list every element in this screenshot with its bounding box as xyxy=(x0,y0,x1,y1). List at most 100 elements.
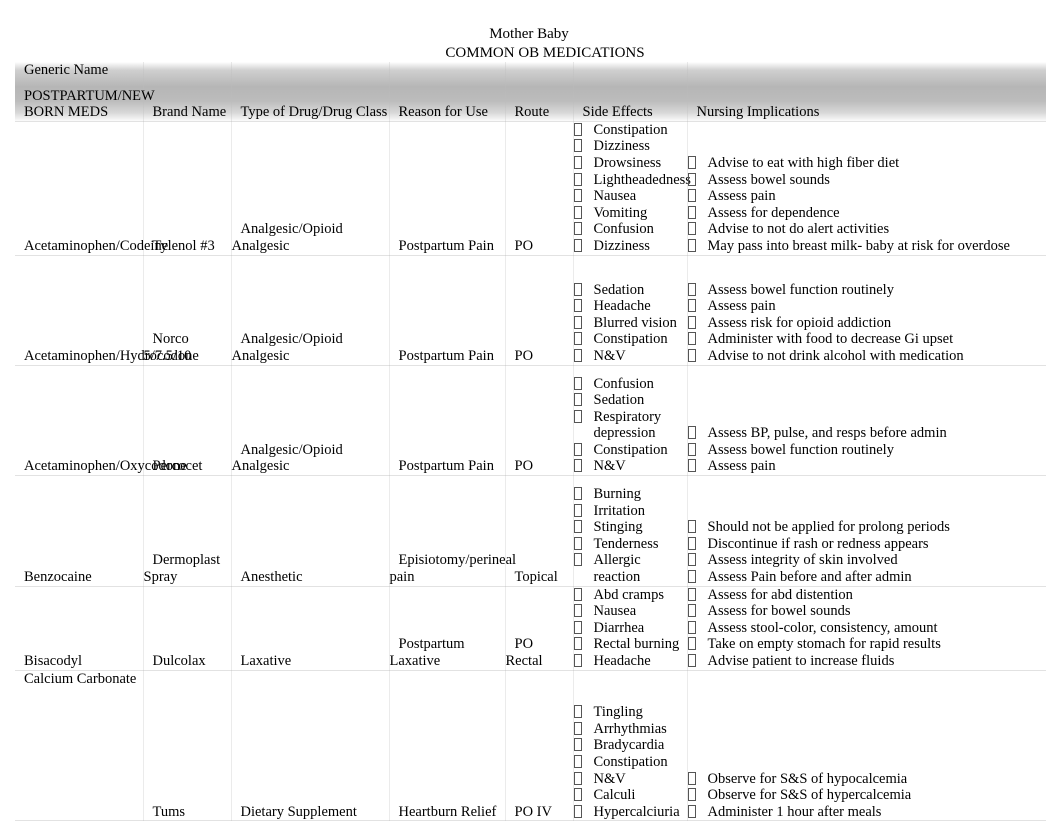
bullet-box-icon xyxy=(573,189,582,203)
bullet-box-icon xyxy=(687,238,696,252)
cell-drug-class-text: Laxative xyxy=(240,653,292,670)
list-item-label: Administer 1 hour after meals xyxy=(707,803,882,820)
list-item-label: Assess bowel sounds xyxy=(707,171,830,188)
bullet-box-icon xyxy=(573,155,582,169)
bullet-box-icon xyxy=(687,804,696,818)
column-header-brand-name: Brand Name xyxy=(143,62,232,122)
bullet-box-icon xyxy=(573,536,582,550)
list-item: Assess integrity of skin involved xyxy=(687,552,1047,569)
cell-brand-name-text: Percocet xyxy=(152,458,203,475)
cell-brand-name-text: Tums xyxy=(152,803,186,820)
list-item: Respiratory depression xyxy=(573,409,687,442)
cell-side-effects-list: Sedation Headache Blurred vision Constipati… xyxy=(573,282,687,365)
list-item: Irritation xyxy=(573,503,687,520)
bullet-box-icon xyxy=(573,348,582,362)
bullet-box-icon xyxy=(573,755,582,769)
list-item-label: Assess pain xyxy=(707,458,776,475)
bullet-box-icon xyxy=(573,222,582,236)
bullet-box-icon xyxy=(573,332,582,346)
list-item: Nausea xyxy=(573,603,687,620)
list-item-label: Assess for bowel sounds xyxy=(707,603,851,620)
list-item-label: Tenderness xyxy=(593,535,659,552)
cell-side-effects: Confusion Sedation Respiratory depression C… xyxy=(573,365,688,477)
list-item: Constipation xyxy=(573,331,687,348)
cell-nursing-implications: Assess bowel function routinely Assess pa… xyxy=(687,255,1047,366)
list-item-label: Advise patient to increase fluids xyxy=(707,653,895,670)
list-item-label: Assess BP, pulse, and resps before admin xyxy=(707,425,947,442)
cell-reason-for-use-text: Postpartum Pain xyxy=(398,347,494,364)
cell-brand-name: Norco 5/7.5/10 xyxy=(143,255,232,366)
bullet-box-icon xyxy=(687,205,696,219)
cell-nursing-implications-list: Assess for abd distention Assess for bowe… xyxy=(687,587,1047,670)
bullet-box-icon xyxy=(573,205,582,219)
bullet-box-icon xyxy=(573,409,582,423)
list-item-label: Calculi xyxy=(593,787,636,804)
bullet-box-icon xyxy=(687,459,696,473)
cell-route: PO xyxy=(505,255,574,366)
cell-route-text: PO Rectal xyxy=(505,636,543,670)
bullet-box-icon xyxy=(573,738,582,752)
cell-nursing-implications-list: Assess bowel function routinely Assess pa… xyxy=(687,282,1047,365)
table-row: Acetaminophen/Oxycodone Percocet Analgesic… xyxy=(15,365,1047,477)
cell-side-effects: Sedation Headache Blurred vision Constipati… xyxy=(573,255,688,366)
bullet-box-icon xyxy=(573,587,582,601)
cell-drug-class: Analgesic/Opioid Analgesic xyxy=(231,365,390,477)
list-item: Tenderness xyxy=(573,535,687,553)
list-item: Bradycardia xyxy=(573,737,687,754)
cell-route: Topical xyxy=(505,475,574,587)
list-item: Sedation xyxy=(573,392,687,409)
bullet-box-icon xyxy=(687,570,696,584)
cell-drug-class: Laxative xyxy=(231,586,390,671)
medications-table-wrapper: Generic Name POSTPARTUM/NEW BORN MEDS Br… xyxy=(15,62,1047,822)
bullet-box-icon xyxy=(687,348,696,362)
list-item-label: N&V xyxy=(593,347,626,364)
bullet-box-icon xyxy=(573,393,582,407)
bullet-box-icon xyxy=(573,122,582,136)
list-item: Nausea xyxy=(573,188,687,205)
cell-nursing-implications-list: Observe for S&S of hypocalcemia Observe f… xyxy=(687,771,1047,821)
list-item: N&V xyxy=(573,458,687,475)
list-item: Advise to not do alert activities xyxy=(687,221,1047,238)
column-header-generic-name: Generic Name POSTPARTUM/NEW BORN MEDS xyxy=(15,62,154,122)
list-item: Stinging xyxy=(573,519,687,536)
list-item: Arrhythmias xyxy=(573,721,687,738)
list-item: Headache xyxy=(573,298,687,315)
list-item: N&V xyxy=(573,347,687,365)
list-item: Assess stool-color, consistency, amount xyxy=(687,620,1047,637)
cell-brand-name: Tums xyxy=(143,670,232,822)
bullet-box-icon xyxy=(573,804,582,818)
bullet-box-icon xyxy=(687,282,696,296)
list-item-label: Nausea xyxy=(593,603,637,620)
bullet-box-icon xyxy=(687,520,696,534)
list-item: N&V xyxy=(573,770,687,788)
cell-generic-name: Acetaminophen/Hydrocodone xyxy=(15,255,199,366)
list-item: Assess bowel sounds xyxy=(687,171,1047,189)
bullet-box-icon xyxy=(573,520,582,534)
list-item-label: Sedation xyxy=(593,392,645,409)
list-item-label: Advise to not drink alcohol with medicat… xyxy=(707,347,964,364)
bullet-box-icon xyxy=(687,442,696,456)
bullet-box-icon xyxy=(687,426,696,440)
bullet-box-icon xyxy=(573,282,582,296)
cell-side-effects-list: Abd cramps Nausea Diarrhea Rectal burning He… xyxy=(573,587,687,670)
cell-side-effects-list: Confusion Sedation Respiratory depression C… xyxy=(573,376,687,476)
bullet-box-icon xyxy=(687,299,696,313)
list-item-label: Take on empty stomach for rapid results xyxy=(707,636,941,653)
cell-side-effects: Abd cramps Nausea Diarrhea Rectal burning He… xyxy=(573,586,688,671)
document-title-line-1: Mother Baby xyxy=(489,26,569,42)
list-item-label: N&V xyxy=(593,770,626,787)
list-item: Blurred vision xyxy=(573,315,687,332)
list-item-label: Assess pain xyxy=(707,188,776,205)
bullet-box-icon xyxy=(573,654,582,668)
list-item-label: Hypercalciuria xyxy=(593,803,680,820)
cell-reason-for-use-text: Postpartum Pain xyxy=(398,237,494,254)
cell-route-text: PO xyxy=(514,237,534,254)
cell-side-effects: Tingling Arrhythmias Bradycardia Constipati… xyxy=(573,670,688,822)
list-item: Burning xyxy=(573,486,687,503)
list-item: Should not be applied for prolong period… xyxy=(687,519,1047,536)
list-item-label: Dizziness xyxy=(593,138,650,155)
cell-nursing-implications-list: Assess BP, pulse, and resps before admin… xyxy=(687,425,1047,475)
bullet-box-icon xyxy=(573,172,582,186)
cell-route: PO xyxy=(505,121,574,256)
list-item-label: Assess for dependence xyxy=(707,204,840,221)
